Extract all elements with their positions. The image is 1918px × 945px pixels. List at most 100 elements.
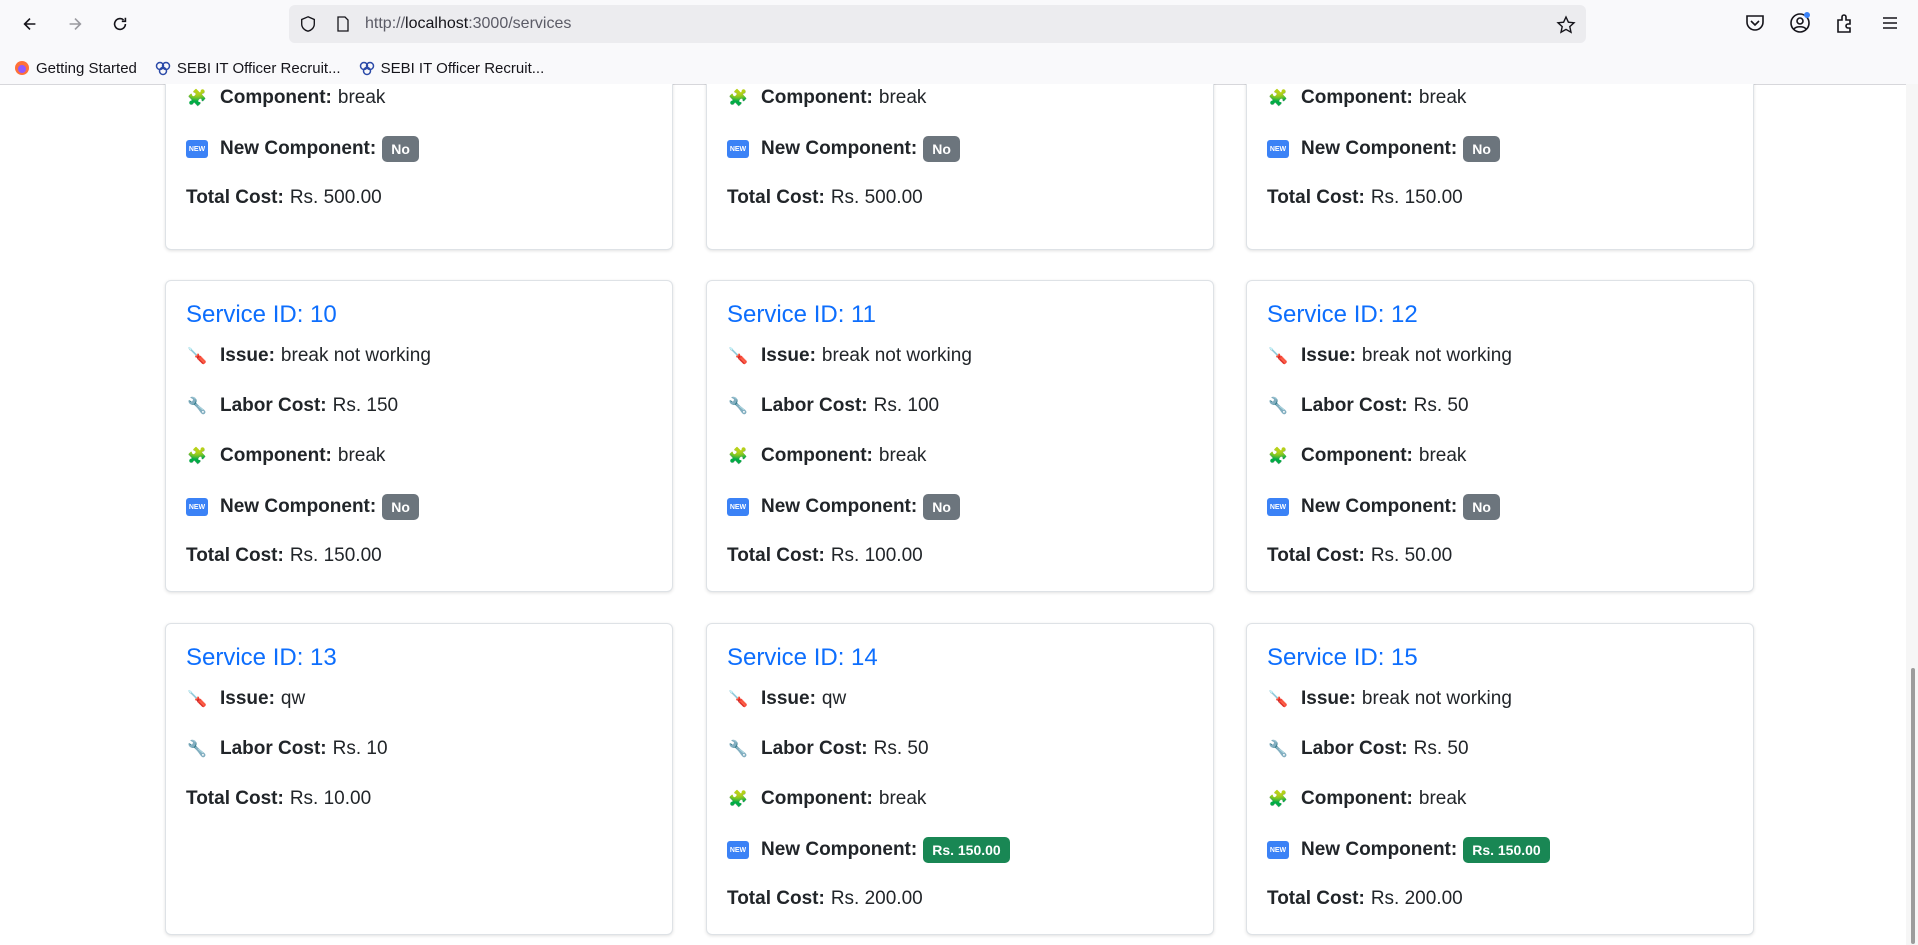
total-cost-value: Rs. 150.00 [1370, 187, 1463, 208]
new-component-row: NEW New Component: No [727, 494, 960, 520]
service-title-link[interactable]: Service ID: 12 [1267, 301, 1418, 329]
browser-toolbar: http://localhost:3000/services Getting S… [0, 0, 1918, 85]
url-prefix: http:// [365, 15, 406, 32]
component-label: Component: [1301, 788, 1413, 809]
component-label: Component: [761, 445, 873, 466]
new-component-row: NEW New Component: Rs. 150.00 [727, 837, 1010, 863]
puzzle-icon [1837, 14, 1851, 33]
component-row: 🧩 Component: break [186, 445, 385, 467]
labor-cost-label: Labor Cost: [220, 738, 327, 759]
url-path: :3000/services [468, 15, 572, 32]
new-component-label: New Component: [220, 138, 377, 159]
labor-cost-row: 🔧 Labor Cost: Rs. 150 [186, 395, 398, 417]
labor-cost-value: Rs. 50 [1413, 395, 1469, 416]
total-cost-value: Rs. 10.00 [289, 788, 372, 809]
new-component-label: New Component: [220, 496, 377, 517]
new-component-label: New Component: [761, 839, 918, 860]
new-component-label: New Component: [761, 138, 918, 159]
total-cost-row: Total Cost: Rs. 50.00 [1267, 545, 1452, 567]
bookmark-sebi-1[interactable]: SEBI IT Officer Recruit... [155, 60, 341, 77]
total-cost-row: Total Cost: Rs. 200.00 [1267, 888, 1463, 910]
firefox-icon [15, 61, 29, 75]
component-value: break [878, 87, 927, 108]
total-cost-label: Total Cost: [1267, 187, 1365, 208]
price-badge: Rs. 150.00 [1463, 837, 1550, 863]
address-bar[interactable]: http://localhost:3000/services [289, 5, 1586, 43]
labor-cost-row: 🔧 Labor Cost: Rs. 10 [186, 738, 388, 760]
account-button[interactable] [1789, 12, 1813, 36]
issue-row: 🪛 Issue: qw [727, 688, 846, 710]
component-row: 🧩 Component: break [1267, 445, 1466, 467]
labor-cost-value: Rs. 50 [873, 738, 929, 759]
puzzle-piece-icon: 🧩 [728, 791, 748, 808]
labor-cost-row: 🔧 Labor Cost: Rs. 100 [727, 395, 939, 417]
total-cost-row: Total Cost: Rs. 10.00 [186, 788, 371, 810]
new-badge-icon: NEW [1267, 138, 1289, 160]
forward-button[interactable] [59, 10, 91, 38]
component-label: Component: [220, 87, 332, 108]
component-label: Component: [761, 87, 873, 108]
total-cost-value: Rs. 200.00 [1370, 888, 1463, 909]
service-title-link[interactable]: Service ID: 15 [1267, 644, 1418, 672]
component-value: break [1418, 87, 1467, 108]
labor-cost-value: Rs. 50 [1413, 738, 1469, 759]
component-row: 🧩 Component: break [727, 445, 926, 467]
status-badge: No [923, 494, 960, 520]
labor-cost-label: Labor Cost: [1301, 738, 1408, 759]
issue-row: 🪛 Issue: break not working [1267, 345, 1512, 367]
total-cost-label: Total Cost: [186, 545, 284, 566]
component-label: Component: [1301, 87, 1413, 108]
bookmark-sebi-2[interactable]: SEBI IT Officer Recruit... [359, 60, 544, 77]
total-cost-label: Total Cost: [186, 788, 284, 809]
status-badge: No [1463, 136, 1500, 162]
component-row: 🧩 Component: break [1267, 788, 1466, 810]
bookmark-getting-started[interactable]: Getting Started [14, 60, 137, 77]
reload-button[interactable] [104, 10, 136, 38]
labor-cost-label: Labor Cost: [761, 395, 868, 416]
extensions-button[interactable] [1834, 12, 1858, 36]
new-badge-icon: NEW [727, 839, 749, 861]
pocket-button[interactable] [1744, 12, 1768, 36]
component-value: break [878, 445, 927, 466]
component-label: Component: [761, 788, 873, 809]
new-component-row: NEW New Component: No [186, 494, 419, 520]
total-cost-value: Rs. 100.00 [830, 545, 923, 566]
service-title-link[interactable]: Service ID: 11 [727, 301, 876, 329]
menu-button[interactable] [1879, 12, 1903, 36]
service-title-link[interactable]: Service ID: 14 [727, 644, 878, 672]
issue-row: 🪛 Issue: break not working [1267, 688, 1512, 710]
shield-icon[interactable] [299, 15, 317, 33]
account-icon [1790, 12, 1810, 33]
scrollbar[interactable] [1906, 84, 1918, 945]
labor-cost-label: Labor Cost: [220, 395, 327, 416]
labor-cost-value: Rs. 150 [332, 395, 399, 416]
service-card: 🧩 Component: break NEW New Component: No Tot… [1246, 84, 1754, 250]
issue-value: break not working [1361, 345, 1512, 366]
issue-label: Issue: [220, 345, 275, 366]
service-title-link[interactable]: Service ID: 10 [186, 301, 337, 329]
url-text[interactable]: http://localhost:3000/services [365, 15, 571, 33]
forward-arrow-icon [69, 18, 82, 30]
total-cost-row: Total Cost: Rs. 150.00 [186, 545, 382, 567]
labor-cost-label: Labor Cost: [761, 738, 868, 759]
puzzle-piece-icon: 🧩 [187, 448, 207, 465]
reload-icon [113, 17, 127, 31]
component-row: 🧩 Component: break [727, 87, 926, 109]
total-cost-value: Rs. 500.00 [830, 187, 923, 208]
scrollbar-thumb[interactable] [1911, 668, 1915, 944]
service-title-link[interactable]: Service ID: 13 [186, 644, 337, 672]
issue-row: 🪛 Issue: qw [186, 688, 305, 710]
total-cost-row: Total Cost: Rs. 500.00 [727, 187, 923, 209]
component-row: 🧩 Component: break [1267, 87, 1466, 109]
page-icon[interactable] [335, 16, 351, 32]
total-cost-value: Rs. 50.00 [1370, 545, 1453, 566]
issue-label: Issue: [220, 688, 275, 709]
back-button[interactable] [14, 10, 46, 38]
bookmark-star-icon[interactable] [1556, 15, 1576, 35]
component-value: break [878, 788, 927, 809]
new-component-row: NEW New Component: No [1267, 136, 1500, 162]
new-component-row: NEW New Component: No [1267, 494, 1500, 520]
issue-row: 🪛 Issue: break not working [186, 345, 431, 367]
issue-value: break not working [280, 345, 431, 366]
labor-cost-label: Labor Cost: [1301, 395, 1408, 416]
